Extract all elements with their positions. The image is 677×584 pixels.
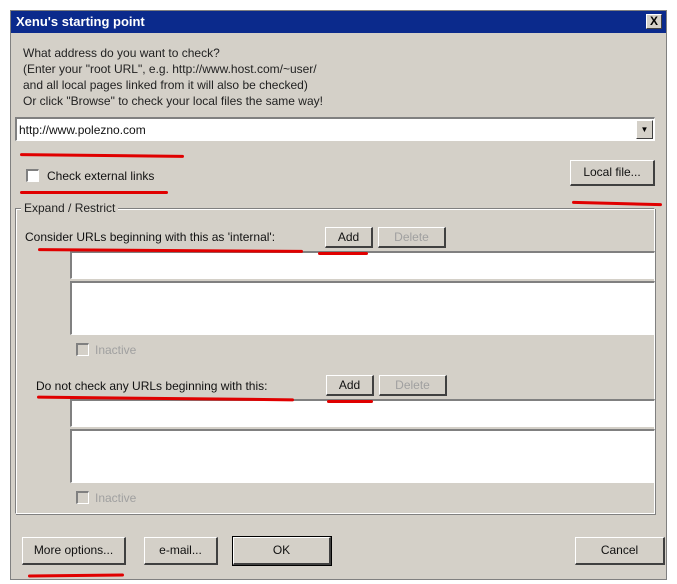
annotation-underline-check-external xyxy=(20,191,168,194)
url-input[interactable] xyxy=(19,121,629,138)
url-combobox[interactable]: ▼ xyxy=(15,117,655,141)
window-title: Xenu's starting point xyxy=(16,14,145,29)
title-bar[interactable]: Xenu's starting point X xyxy=(11,11,666,33)
group-legend: Expand / Restrict xyxy=(21,201,119,215)
intro-line-1: What address do you want to check? xyxy=(23,46,220,60)
internal-entry-field[interactable] xyxy=(70,251,655,279)
intro-line-3: and all local pages linked from it will … xyxy=(23,78,308,92)
exclude-inactive-label: Inactive xyxy=(95,491,137,505)
exclude-entry-field[interactable] xyxy=(70,399,655,427)
chevron-down-icon[interactable]: ▼ xyxy=(636,120,653,139)
intro-line-4: Or click "Browse" to check your local fi… xyxy=(23,94,323,108)
exclude-inactive-checkbox[interactable] xyxy=(76,491,89,504)
exclude-add-button[interactable]: Add xyxy=(326,375,374,396)
intro-text: What address do you want to check? (Ente… xyxy=(23,45,483,109)
internal-delete-button[interactable]: Delete xyxy=(378,227,446,248)
check-external-label[interactable]: Check external links xyxy=(47,169,154,183)
cancel-button[interactable]: Cancel xyxy=(575,537,665,565)
annotation-underline-internal-add xyxy=(318,252,368,255)
intro-line-2: (Enter your "root URL", e.g. http://www.… xyxy=(23,62,317,76)
email-button[interactable]: e-mail... xyxy=(144,537,218,565)
internal-inactive-checkbox[interactable] xyxy=(76,343,89,356)
internal-url-list[interactable] xyxy=(70,281,655,335)
local-file-button[interactable]: Local file... xyxy=(570,160,655,186)
internal-inactive-label: Inactive xyxy=(95,343,137,357)
ok-button[interactable]: OK xyxy=(232,536,332,566)
check-external-checkbox[interactable] xyxy=(26,169,39,182)
close-icon[interactable]: X xyxy=(646,14,662,29)
exclude-url-list[interactable] xyxy=(70,429,655,483)
internal-label: Consider URLs beginning with this as 'in… xyxy=(25,230,276,244)
more-options-button[interactable]: More options... xyxy=(22,537,126,565)
exclude-delete-button[interactable]: Delete xyxy=(379,375,447,396)
exclude-label: Do not check any URLs beginning with thi… xyxy=(36,379,268,393)
internal-add-button[interactable]: Add xyxy=(325,227,373,248)
annotation-underline-exclude-add xyxy=(327,400,373,403)
